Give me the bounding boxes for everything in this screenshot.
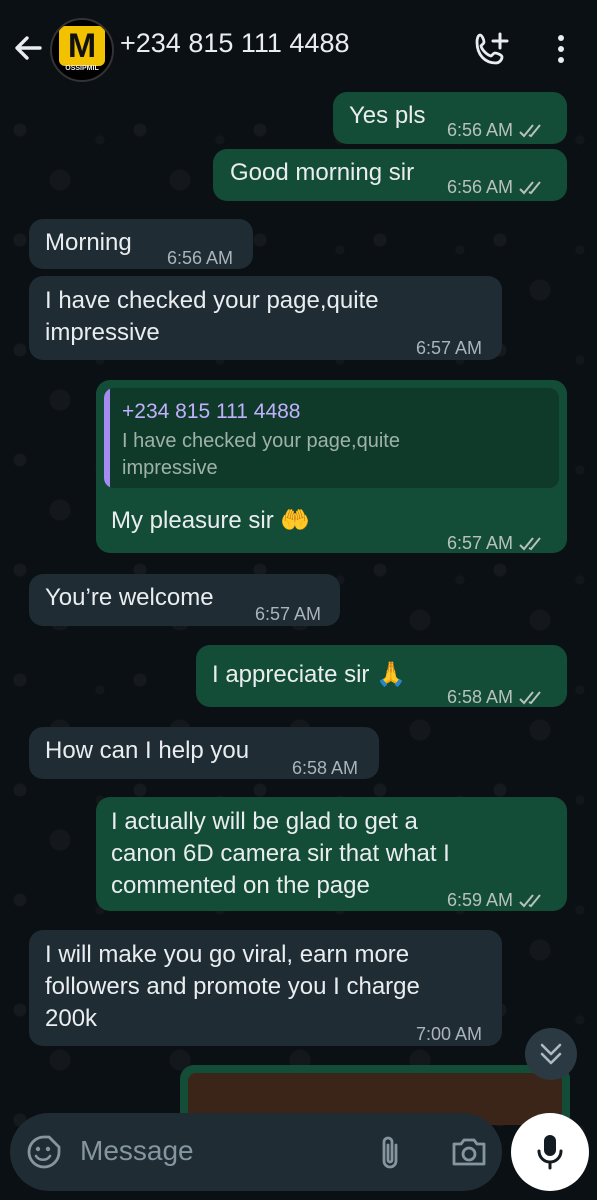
message-time: 6:58 AM xyxy=(447,681,545,713)
message-time: 6:57 AM xyxy=(447,527,545,559)
message-time: 6:56 AM xyxy=(447,114,545,146)
message-text-line: 200k xyxy=(45,1005,98,1032)
message-text: I appreciate sir 🙏 xyxy=(212,661,406,688)
message-input[interactable]: Message xyxy=(80,1135,194,1167)
more-vert-icon[interactable] xyxy=(547,30,575,68)
message-text-line: impressive xyxy=(45,319,160,346)
contact-name[interactable]: +234 815 111 4488 xyxy=(120,28,349,59)
message-text: Morning xyxy=(45,229,132,256)
message-outgoing[interactable]: Good morning sir 6:56 AM xyxy=(213,149,567,201)
attach-icon[interactable] xyxy=(376,1133,406,1173)
message-incoming[interactable]: I will make you go viral, earn more foll… xyxy=(29,930,502,1046)
quote-bar xyxy=(104,388,110,488)
message-incoming[interactable]: I have checked your page,quite impressiv… xyxy=(29,276,502,360)
read-ticks-icon xyxy=(519,181,541,195)
message-text-line: canon 6D camera sir that what I xyxy=(111,840,450,867)
message-text-line: I have checked your page,quite xyxy=(45,287,379,314)
read-ticks-icon xyxy=(519,124,541,138)
time-text: 6:58 AM xyxy=(447,687,514,707)
read-ticks-icon xyxy=(519,537,541,551)
quote-sender: +234 815 111 4488 xyxy=(122,400,301,423)
message-text: Yes pls xyxy=(349,102,426,129)
avatar-logo-letter: M xyxy=(59,26,105,66)
message-text: My pleasure sir 🤲 xyxy=(111,507,311,534)
double-chevron-down-icon xyxy=(540,1043,562,1065)
voice-message-button[interactable] xyxy=(511,1113,589,1191)
quoted-message[interactable]: +234 815 111 4488 I have checked your pa… xyxy=(104,388,559,488)
message-time: 6:58 AM xyxy=(292,758,359,778)
message-outgoing[interactable]: I appreciate sir 🙏 6:58 AM xyxy=(196,645,567,707)
message-outgoing-reply[interactable]: +234 815 111 4488 I have checked your pa… xyxy=(96,380,567,553)
sticker-icon[interactable] xyxy=(26,1134,62,1170)
time-text: 6:59 AM xyxy=(447,890,514,910)
scroll-to-bottom-button[interactable] xyxy=(525,1028,577,1080)
time-text: 6:56 AM xyxy=(447,120,514,140)
message-outgoing[interactable]: Yes pls 6:56 AM xyxy=(333,92,567,144)
message-time: 6:59 AM xyxy=(447,884,545,916)
mic-icon xyxy=(537,1135,563,1170)
message-text: You’re welcome xyxy=(45,584,214,611)
message-text-line: I actually will be glad to get a xyxy=(111,808,418,835)
avatar[interactable]: M OSSIPMIL xyxy=(50,18,114,82)
message-time: 6:57 AM xyxy=(416,338,483,358)
read-ticks-icon xyxy=(519,691,541,705)
message-outgoing[interactable]: I actually will be glad to get a canon 6… xyxy=(96,797,567,911)
message-composer: Message xyxy=(10,1113,502,1191)
message-incoming[interactable]: Morning 6:56 AM xyxy=(29,219,253,269)
message-text: Good morning sir xyxy=(230,159,415,186)
chat-header: M OSSIPMIL +234 815 111 4488 xyxy=(0,0,597,94)
message-time: 6:56 AM xyxy=(447,171,545,203)
message-time: 6:56 AM xyxy=(167,248,234,268)
quote-text: I have checked your page,quite impressiv… xyxy=(122,430,400,479)
time-text: 6:57 AM xyxy=(447,533,514,553)
add-call-icon[interactable] xyxy=(472,30,510,68)
camera-icon[interactable] xyxy=(450,1134,488,1170)
message-text-line: followers and promote you I charge xyxy=(45,973,420,1000)
avatar-logo-text: OSSIPMIL xyxy=(65,65,99,72)
message-time: 7:00 AM xyxy=(416,1024,483,1044)
time-text: 6:56 AM xyxy=(447,177,514,197)
message-text: How can I help you xyxy=(45,737,250,764)
message-text-line: commented on the page xyxy=(111,872,370,899)
message-incoming[interactable]: You’re welcome 6:57 AM xyxy=(29,574,340,626)
message-incoming[interactable]: How can I help you 6:58 AM xyxy=(29,727,379,779)
message-text-line: I will make you go viral, earn more xyxy=(45,941,410,968)
read-ticks-icon xyxy=(519,894,541,908)
back-arrow-icon[interactable] xyxy=(10,30,46,66)
message-time: 6:57 AM xyxy=(255,604,322,624)
